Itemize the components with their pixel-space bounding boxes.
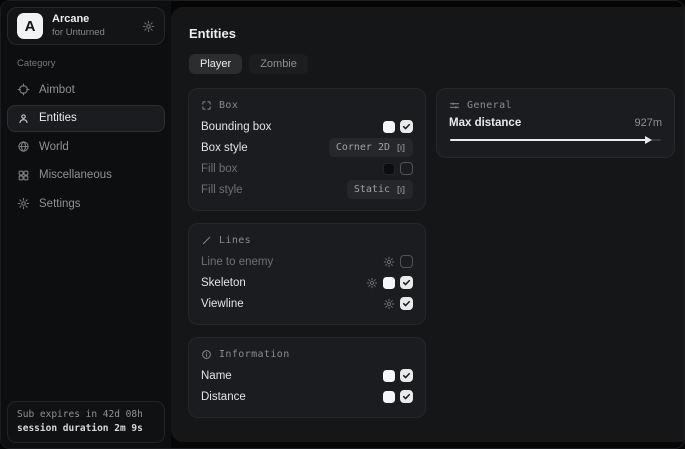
information-panel-header: Information bbox=[201, 349, 413, 360]
sidebar-item-entities[interactable]: Entities bbox=[7, 105, 165, 132]
entities-icon bbox=[17, 112, 30, 125]
globe-icon bbox=[17, 140, 30, 153]
entity-tabs: Player Zombie bbox=[189, 54, 675, 74]
setting-label: Name bbox=[201, 370, 232, 382]
viewline-gear-icon[interactable] bbox=[383, 298, 395, 310]
diagonal-line-icon bbox=[201, 235, 212, 246]
fill-style-dropdown[interactable]: Static bbox=[347, 180, 413, 199]
bounding-box-checkbox[interactable] bbox=[400, 120, 413, 133]
brand-subtitle: for Unturned bbox=[52, 27, 105, 39]
brand-logo: A bbox=[17, 13, 43, 39]
lines-panel: Lines Line to enemy bbox=[188, 223, 426, 325]
sidebar-item-miscellaneous[interactable]: Miscellaneous bbox=[7, 162, 165, 189]
setting-label: Fill style bbox=[201, 184, 243, 196]
left-column: Box Bounding box Box style bbox=[188, 88, 426, 418]
setting-row-box-style: Box style Corner 2D bbox=[201, 137, 413, 158]
setting-label: Bounding box bbox=[201, 121, 271, 133]
fill-box-checkbox[interactable] bbox=[400, 162, 413, 175]
name-checkbox[interactable] bbox=[400, 369, 413, 382]
setting-row-line-to-enemy: Line to enemy bbox=[201, 251, 413, 272]
panel-title: Box bbox=[219, 100, 238, 111]
sidebar-item-label: Entities bbox=[39, 112, 77, 124]
sidebar-item-label: World bbox=[39, 141, 69, 153]
setting-label: Skeleton bbox=[201, 277, 246, 289]
max-distance-slider[interactable] bbox=[450, 135, 661, 144]
panels-columns: Box Bounding box Box style bbox=[188, 88, 675, 418]
slider-fill bbox=[450, 139, 646, 141]
sidebar-item-label: Settings bbox=[39, 198, 81, 210]
brand-settings-gear-icon[interactable] bbox=[142, 20, 155, 33]
sidebar-item-settings[interactable]: Settings bbox=[7, 190, 165, 217]
panel-title: General bbox=[467, 100, 512, 111]
viewline-checkbox[interactable] bbox=[400, 297, 413, 310]
corner-brackets-icon bbox=[201, 100, 212, 111]
panel-title: Information bbox=[219, 349, 290, 360]
app-window: A Arcane for Unturned Category Aimbot bbox=[0, 0, 685, 449]
sidebar-item-label: Miscellaneous bbox=[39, 169, 112, 181]
information-panel: Information Name Distance bbox=[188, 337, 426, 418]
tab-zombie[interactable]: Zombie bbox=[249, 54, 308, 74]
sidebar: A Arcane for Unturned Category Aimbot bbox=[1, 1, 171, 448]
line-to-enemy-checkbox[interactable] bbox=[400, 255, 413, 268]
setting-label: Box style bbox=[201, 142, 248, 154]
color-swatch[interactable] bbox=[383, 163, 395, 175]
general-panel-header: General bbox=[449, 100, 662, 111]
skeleton-checkbox[interactable] bbox=[400, 276, 413, 289]
setting-row-bounding-box: Bounding box bbox=[201, 116, 413, 137]
setting-row-distance: Distance bbox=[201, 386, 413, 407]
gear-icon bbox=[17, 197, 30, 210]
sidebar-item-world[interactable]: World bbox=[7, 133, 165, 160]
setting-label: Fill box bbox=[201, 163, 237, 175]
panel-title: Lines bbox=[219, 235, 251, 246]
box-panel-header: Box bbox=[201, 100, 413, 111]
setting-label: Distance bbox=[201, 391, 246, 403]
subscription-info-card: Sub expires in 42d 08h session duration … bbox=[7, 401, 165, 443]
slider-arrow-thumb[interactable] bbox=[645, 136, 652, 144]
selector-brackets-icon bbox=[396, 143, 406, 153]
distance-checkbox[interactable] bbox=[400, 390, 413, 403]
crosshair-icon bbox=[17, 83, 30, 96]
brand-name: Arcane bbox=[52, 13, 105, 27]
main-content: Entities Player Zombie Box Bounding box bbox=[171, 7, 685, 442]
color-swatch[interactable] bbox=[383, 370, 395, 382]
setting-row-viewline: Viewline bbox=[201, 293, 413, 314]
slider-label: Max distance bbox=[449, 117, 521, 129]
category-label: Category bbox=[17, 58, 161, 69]
setting-row-skeleton: Skeleton bbox=[201, 272, 413, 293]
setting-label: Line to enemy bbox=[201, 256, 273, 268]
right-column: General Max distance 927m bbox=[436, 88, 675, 158]
setting-row-fill-style: Fill style Static bbox=[201, 179, 413, 200]
selector-brackets-icon bbox=[396, 185, 406, 195]
box-panel: Box Bounding box Box style bbox=[188, 88, 426, 211]
lines-panel-header: Lines bbox=[201, 235, 413, 246]
color-swatch[interactable] bbox=[383, 121, 395, 133]
brand-text: Arcane for Unturned bbox=[52, 13, 105, 39]
sliders-icon bbox=[449, 100, 460, 111]
color-swatch[interactable] bbox=[383, 391, 395, 403]
session-duration-text: session duration 2m 9s bbox=[17, 422, 155, 436]
setting-row-name: Name bbox=[201, 365, 413, 386]
max-distance-row: Max distance 927m bbox=[449, 117, 662, 129]
sub-expires-text: Sub expires in 42d 08h bbox=[17, 408, 155, 422]
sidebar-item-label: Aimbot bbox=[39, 84, 75, 96]
box-style-dropdown[interactable]: Corner 2D bbox=[329, 138, 413, 157]
line-to-enemy-gear-icon[interactable] bbox=[383, 256, 395, 268]
dropdown-value: Static bbox=[354, 184, 390, 195]
tab-player[interactable]: Player bbox=[189, 54, 242, 74]
setting-row-fill-box: Fill box bbox=[201, 158, 413, 179]
grid-icon bbox=[17, 169, 30, 182]
info-icon bbox=[201, 349, 212, 360]
dropdown-value: Corner 2D bbox=[336, 142, 390, 153]
setting-label: Viewline bbox=[201, 298, 244, 310]
page-title: Entities bbox=[189, 26, 675, 41]
skeleton-gear-icon[interactable] bbox=[366, 277, 378, 289]
general-panel: General Max distance 927m bbox=[436, 88, 675, 158]
brand-card: A Arcane for Unturned bbox=[7, 7, 165, 45]
slider-value: 927m bbox=[634, 117, 662, 129]
sidebar-nav: Aimbot Entities World Miscellaneous bbox=[7, 76, 165, 217]
sidebar-item-aimbot[interactable]: Aimbot bbox=[7, 76, 165, 103]
color-swatch[interactable] bbox=[383, 277, 395, 289]
